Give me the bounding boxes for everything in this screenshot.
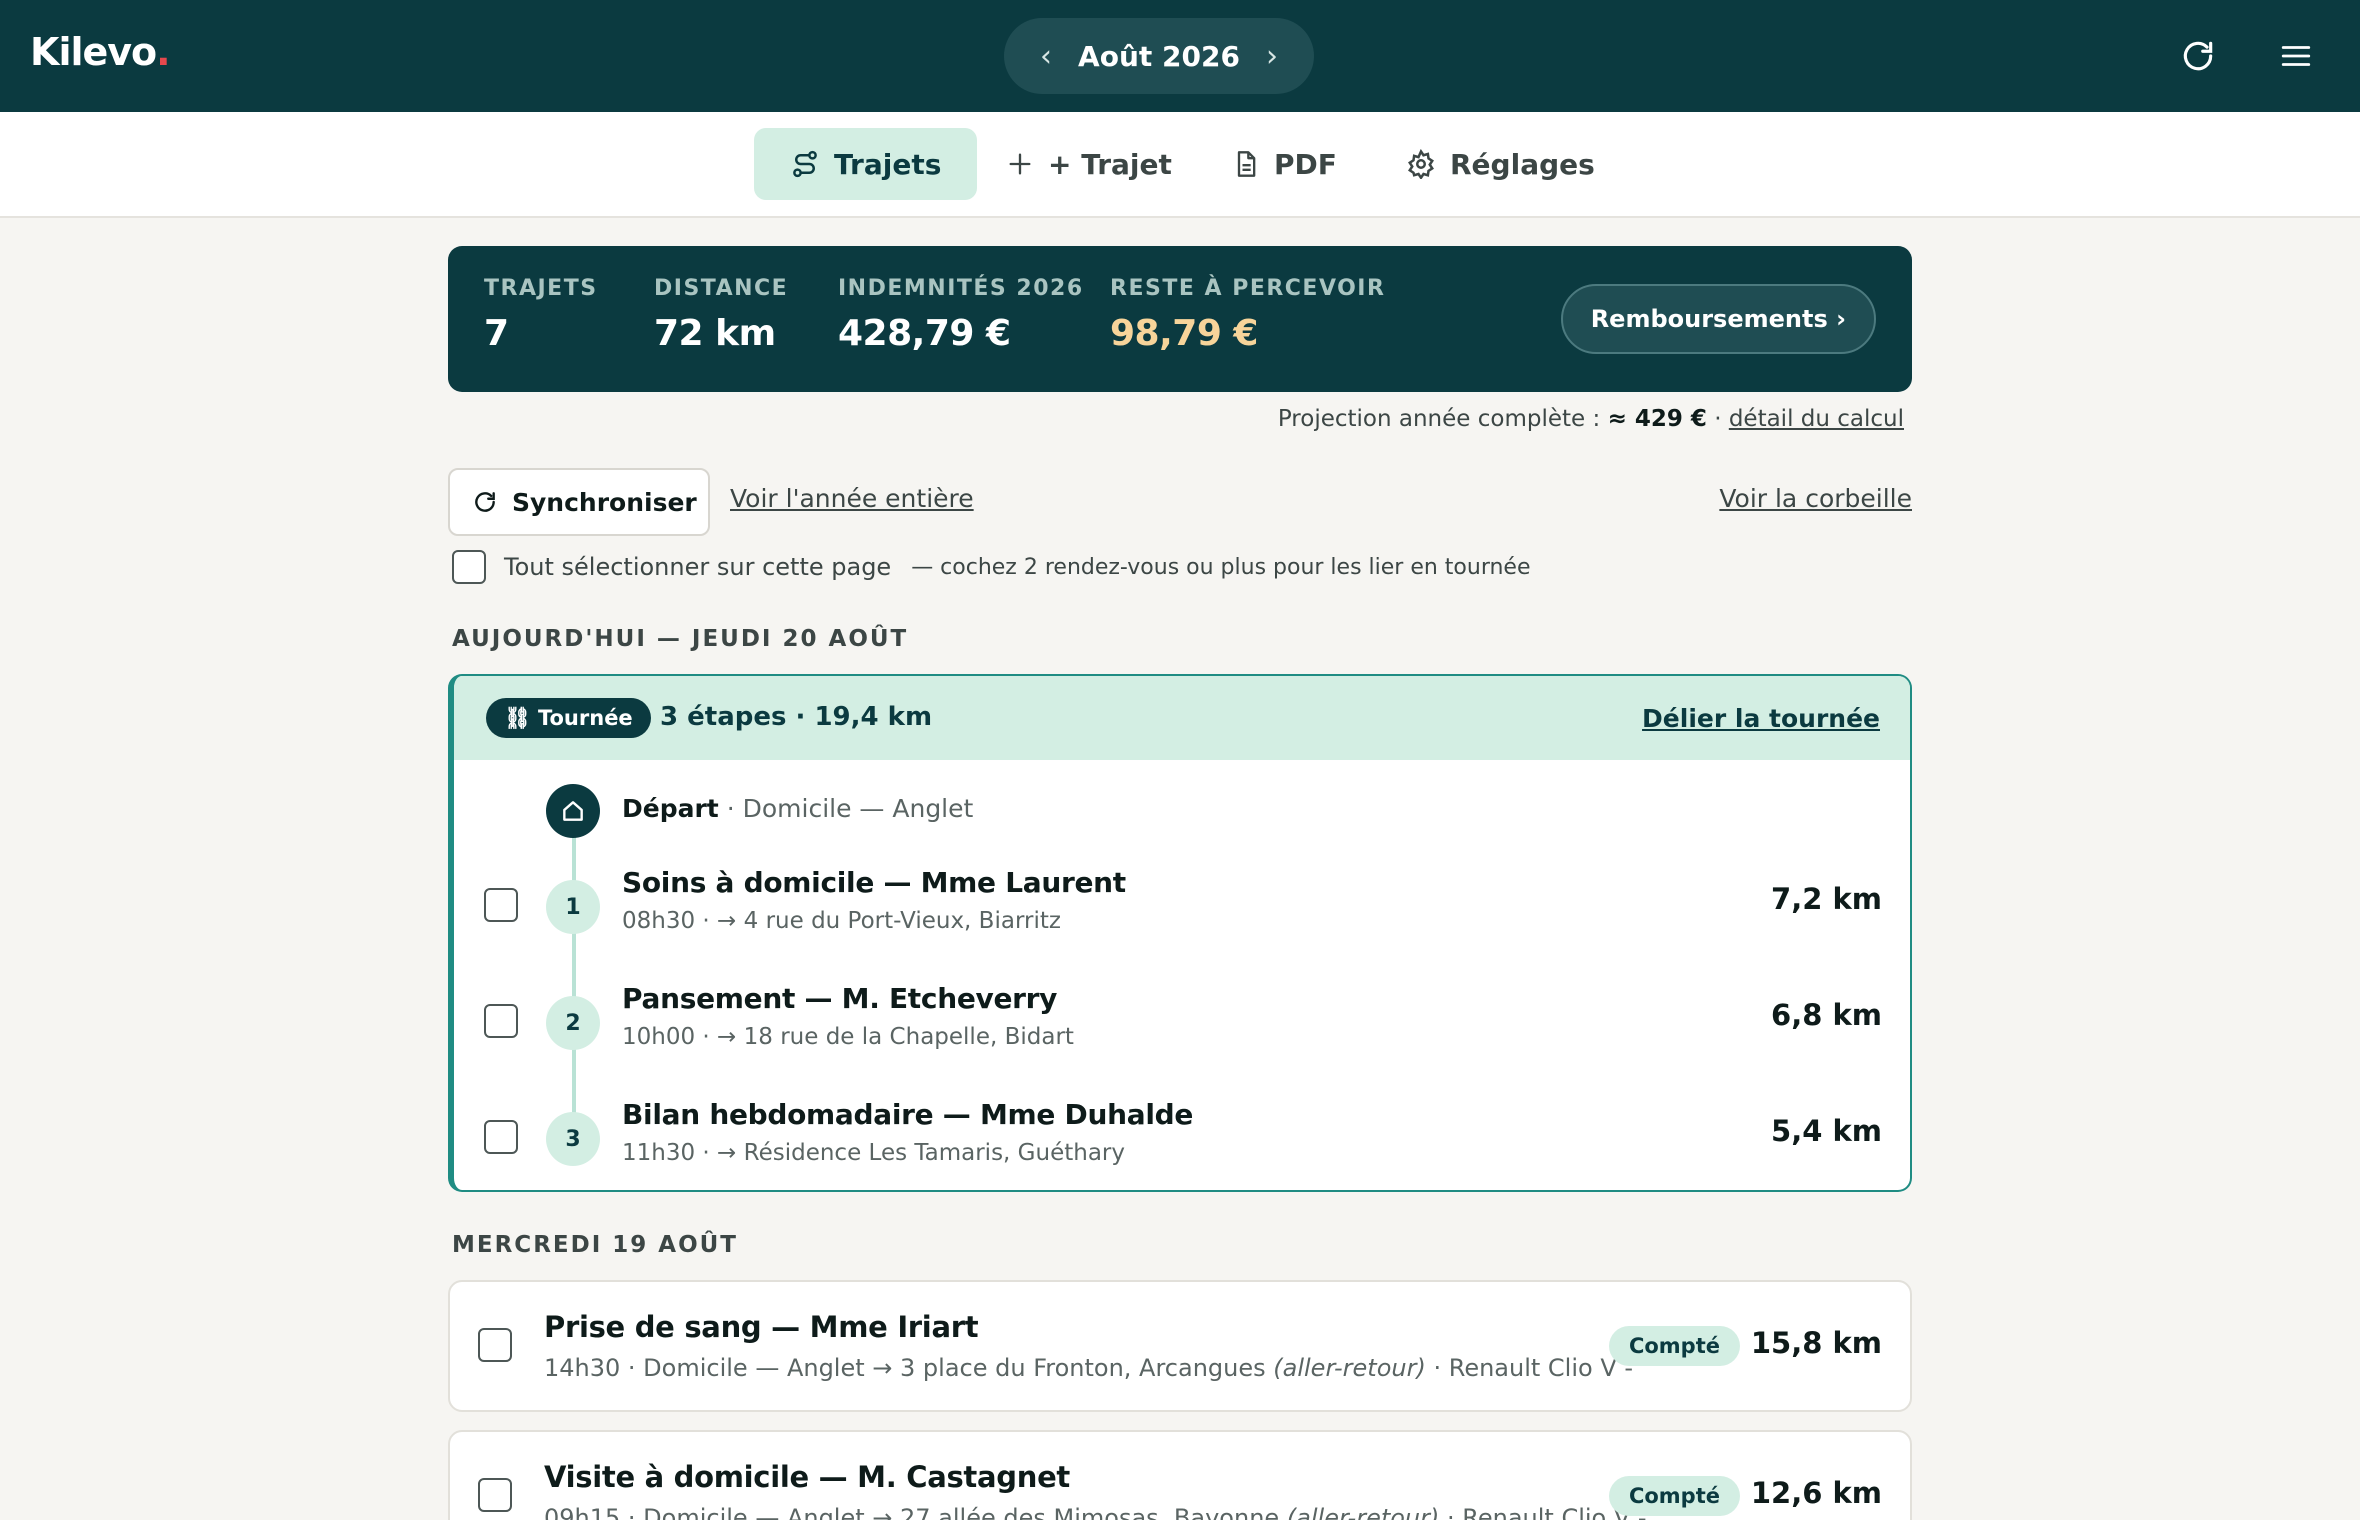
trip-details: 14h30 · Domicile — Anglet → 3 place du F… bbox=[544, 1354, 1633, 1382]
stat-label: DISTANCE bbox=[654, 276, 789, 301]
status-badge: Compté bbox=[1608, 1476, 1740, 1516]
day-heading: MERCREDI 19 AOÛT bbox=[452, 1232, 738, 1258]
stat-label: TRAJETS bbox=[484, 276, 598, 301]
stop-number: 1 bbox=[546, 880, 600, 934]
tab-pdf[interactable]: PDF bbox=[1196, 128, 1373, 200]
stop-details: 08h30 · → 4 rue du Port-Vieux, Biarritz bbox=[622, 908, 1061, 934]
day-heading: AUJOURD'HUI — JEUDI 20 AOÛT bbox=[452, 626, 909, 652]
trip-checkbox[interactable] bbox=[478, 1328, 512, 1362]
tab-add-trajet[interactable]: + Trajet bbox=[970, 128, 1208, 200]
stop-title[interactable]: Bilan hebdomadaire — Mme Duhalde bbox=[622, 1098, 1193, 1131]
unlink-tour-link[interactable]: Délier la tournée bbox=[1642, 704, 1880, 733]
summary-card: TRAJETS 7 DISTANCE 72 km INDEMNITÉS 2026… bbox=[448, 246, 1912, 392]
stop-number: 2 bbox=[546, 996, 600, 1050]
stop-distance: 5,4 km bbox=[1771, 1114, 1882, 1148]
tour-stop: 1 Soins à domicile — Mme Laurent 08h30 ·… bbox=[454, 862, 1910, 962]
stat-distance: DISTANCE 72 km bbox=[654, 276, 788, 354]
tour-stop: 2 Pansement — M. Etcheverry 10h00 · → 18… bbox=[454, 978, 1910, 1078]
departure-label: Départ bbox=[622, 794, 719, 823]
stat-label: RESTE À PERCEVOIR bbox=[1110, 276, 1386, 301]
stop-checkbox[interactable] bbox=[484, 1004, 518, 1038]
stat-trips: TRAJETS 7 bbox=[484, 276, 598, 354]
month-selector: ‹ Août 2026 › bbox=[1004, 18, 1314, 94]
sync-label: Synchroniser bbox=[512, 487, 697, 517]
tab-trajets[interactable]: Trajets bbox=[754, 128, 978, 200]
current-month: Août 2026 bbox=[1078, 39, 1240, 73]
logo-dot: . bbox=[156, 30, 170, 74]
tour-header: ⛓ Tournée 3 étapes · 19,4 km Délier la t… bbox=[454, 676, 1910, 760]
projection-label: Projection année complète : bbox=[1277, 406, 1601, 432]
stop-number: 3 bbox=[546, 1112, 600, 1166]
stat-value: 72 km bbox=[654, 313, 776, 354]
calc-detail-link[interactable]: détail du calcul bbox=[1729, 406, 1904, 432]
next-month-button[interactable]: › bbox=[1266, 39, 1278, 74]
stop-title[interactable]: Soins à domicile — Mme Laurent bbox=[622, 866, 1126, 899]
stop-checkbox[interactable] bbox=[484, 1120, 518, 1154]
stat-indemnites: INDEMNITÉS 2026 428,79 € bbox=[838, 276, 1084, 354]
gear-icon bbox=[1408, 149, 1434, 179]
tour-stop: 3 Bilan hebdomadaire — Mme Duhalde 11h30… bbox=[454, 1094, 1910, 1190]
trip-distance: 15,8 km bbox=[1750, 1326, 1882, 1360]
select-all-label[interactable]: Tout sélectionner sur cette page bbox=[504, 553, 891, 581]
stat-value: 428,79 € bbox=[838, 313, 1011, 354]
prev-month-button[interactable]: ‹ bbox=[1040, 39, 1052, 74]
departure: Départ · Domicile — Anglet bbox=[622, 794, 973, 823]
menu-icon[interactable] bbox=[2274, 34, 2318, 78]
stat-reste: RESTE À PERCEVOIR 98,79 € bbox=[1110, 276, 1385, 354]
trip-checkbox[interactable] bbox=[478, 1478, 512, 1512]
refresh-icon[interactable] bbox=[2176, 34, 2220, 78]
select-all-checkbox[interactable] bbox=[452, 550, 486, 584]
stop-title[interactable]: Pansement — M. Etcheverry bbox=[622, 982, 1057, 1015]
tour-card: ⛓ Tournée 3 étapes · 19,4 km Délier la t… bbox=[448, 674, 1912, 1192]
plus-icon bbox=[1009, 153, 1031, 175]
tab-label: + Trajet bbox=[1048, 147, 1172, 181]
nav-bar: Trajets + Trajet PDF Réglages bbox=[0, 112, 2360, 218]
top-bar: Kilevo. ‹ Août 2026 › bbox=[0, 0, 2360, 112]
select-all-row: Tout sélectionner sur cette page — coche… bbox=[452, 550, 1531, 584]
tab-label: Trajets bbox=[834, 147, 942, 181]
stat-label: INDEMNITÉS 2026 bbox=[838, 276, 1084, 301]
stat-value: 7 bbox=[484, 313, 509, 354]
projection-line: Projection année complète : ≈ 429 € · dé… bbox=[1278, 406, 1904, 432]
view-trash-link[interactable]: Voir la corbeille bbox=[1719, 484, 1912, 513]
home-icon bbox=[546, 784, 600, 838]
tour-summary: 3 étapes · 19,4 km bbox=[660, 702, 933, 732]
tab-label: PDF bbox=[1274, 147, 1337, 181]
sync-button[interactable]: Synchroniser bbox=[448, 468, 710, 536]
remboursements-button[interactable]: Remboursements › bbox=[1560, 284, 1876, 354]
trip-card[interactable]: Prise de sang — Mme Iriart 14h30 · Domic… bbox=[448, 1280, 1912, 1412]
projection-value: ≈ 429 € bbox=[1607, 406, 1707, 432]
trip-card[interactable]: Visite à domicile — M. Castagnet 09h15 ·… bbox=[448, 1430, 1912, 1520]
refresh-icon bbox=[475, 492, 495, 512]
trip-title: Prise de sang — Mme Iriart bbox=[544, 1310, 979, 1344]
trip-vehicle: · Renault Clio V - bbox=[1425, 1354, 1634, 1382]
trip-route: 14h30 · Domicile — Anglet → 3 place du F… bbox=[544, 1354, 1274, 1382]
stat-value: 98,79 € bbox=[1110, 313, 1258, 354]
select-hint: — cochez 2 rendez-vous ou plus pour les … bbox=[911, 554, 1531, 580]
stop-checkbox[interactable] bbox=[484, 888, 518, 922]
tab-label: Réglages bbox=[1450, 147, 1595, 181]
logo[interactable]: Kilevo. bbox=[30, 30, 171, 74]
trip-title: Visite à domicile — M. Castagnet bbox=[544, 1460, 1070, 1494]
stop-distance: 7,2 km bbox=[1771, 882, 1882, 916]
separator: · bbox=[1714, 406, 1722, 432]
status-badge: Compté bbox=[1608, 1326, 1740, 1366]
stop-details: 10h00 · → 18 rue de la Chapelle, Bidart bbox=[622, 1024, 1074, 1050]
stop-details: 11h30 · → Résidence Les Tamaris, Guéthar… bbox=[622, 1140, 1125, 1166]
trip-type: (aller-retour) bbox=[1273, 1354, 1426, 1382]
trip-route: 09h15 · Domicile — Anglet → 27 allée des… bbox=[544, 1504, 1287, 1520]
logo-text: Kilevo bbox=[30, 30, 157, 74]
departure-place: · Domicile — Anglet bbox=[726, 794, 974, 823]
trip-distance: 12,6 km bbox=[1750, 1476, 1882, 1510]
view-year-link[interactable]: Voir l'année entière bbox=[730, 484, 974, 513]
route-icon bbox=[793, 150, 817, 178]
document-icon bbox=[1237, 151, 1256, 177]
stop-distance: 6,8 km bbox=[1771, 998, 1882, 1032]
tab-reglages[interactable]: Réglages bbox=[1370, 128, 1631, 200]
trip-type: (aller-retour) bbox=[1286, 1504, 1440, 1520]
trip-details: 09h15 · Domicile — Anglet → 27 allée des… bbox=[544, 1504, 1647, 1520]
tour-badge: ⛓ Tournée bbox=[486, 698, 651, 738]
